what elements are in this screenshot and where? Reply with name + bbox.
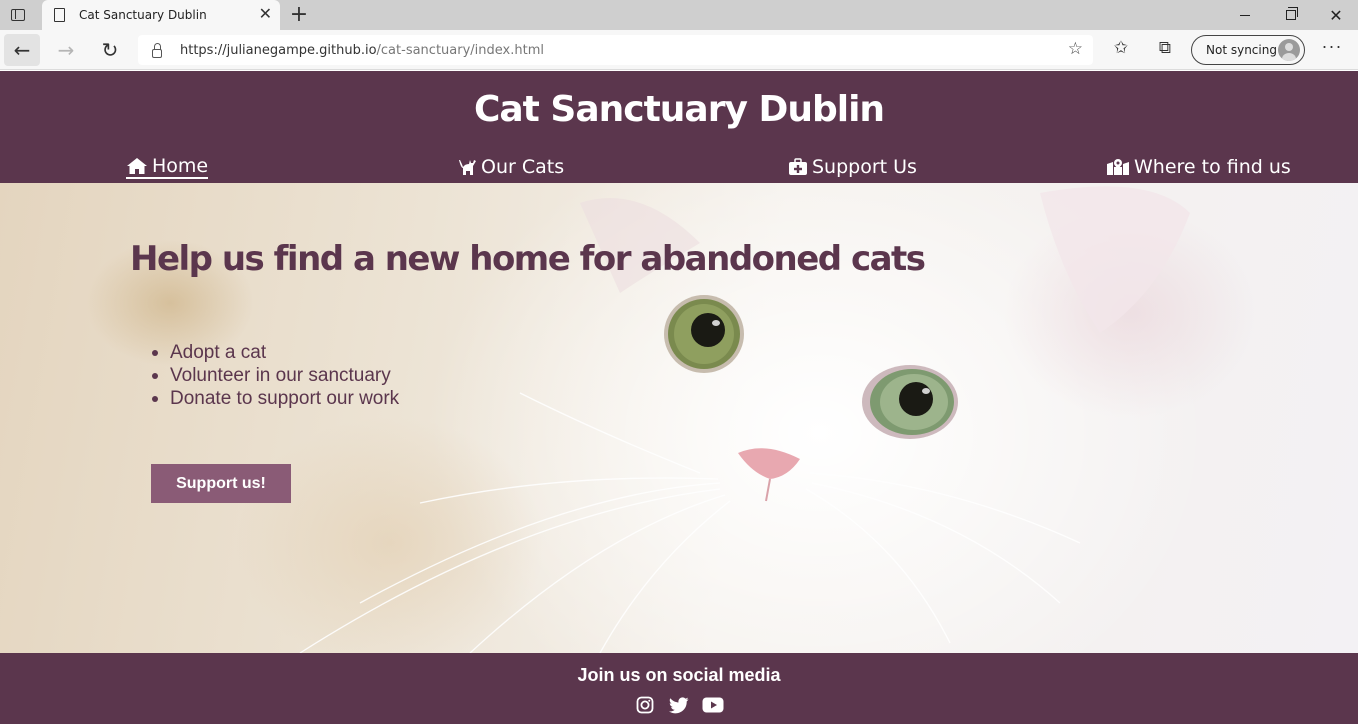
lock-icon — [152, 42, 162, 58]
site-footer: Join us on social media — [0, 653, 1358, 724]
minimize-button[interactable] — [1222, 0, 1268, 30]
site-title: Cat Sanctuary Dublin — [473, 89, 885, 130]
instagram-icon[interactable] — [634, 695, 656, 715]
tab-actions-button[interactable] — [0, 0, 36, 30]
settings-more-icon[interactable]: ··· — [1320, 36, 1344, 57]
cat-icon — [459, 160, 476, 175]
address-bar[interactable]: https://julianegampe.github.io/cat-sanct… — [138, 35, 1093, 65]
browser-tab-bar: Cat Sanctuary Dublin ✕ + ✕ — [0, 0, 1358, 30]
twitter-icon[interactable] — [668, 695, 690, 715]
restore-icon — [1286, 7, 1298, 20]
hero-list: Adopt a cat Volunteer in our sanctuary D… — [150, 341, 399, 410]
list-item: Donate to support our work — [150, 387, 399, 410]
collections-icon[interactable]: ⧉ — [1153, 38, 1177, 58]
footer-title: Join us on social media — [577, 665, 781, 685]
list-item: Adopt a cat — [150, 341, 399, 364]
youtube-icon[interactable] — [702, 695, 724, 715]
favorites-icon[interactable]: ✩ — [1109, 38, 1133, 58]
social-links — [0, 695, 1358, 715]
forward-button[interactable]: → — [48, 34, 84, 66]
support-us-button[interactable]: Support us! — [151, 464, 291, 503]
hero-heading: Help us find a new home for abandoned ca… — [130, 239, 926, 279]
back-button[interactable]: ← — [4, 34, 40, 66]
nav-where-to-find-us[interactable]: Where to find us — [1106, 155, 1291, 179]
profile-button[interactable]: Not syncing — [1191, 35, 1305, 65]
profile-label: Not syncing — [1206, 43, 1277, 57]
list-item: Volunteer in our sanctuary — [150, 364, 399, 387]
page-icon — [54, 8, 65, 22]
browser-toolbar: ← → ↻ https://julianegampe.github.io/cat… — [0, 30, 1358, 70]
nav-our-cats[interactable]: Our Cats — [457, 155, 564, 179]
nav-support-us[interactable]: Support Us — [788, 155, 917, 179]
url-host: https://julianegampe.github.io — [180, 42, 377, 58]
url-text[interactable]: https://julianegampe.github.io/cat-sanct… — [180, 43, 544, 58]
tab-title: Cat Sanctuary Dublin — [79, 8, 207, 22]
url-path: /cat-sanctuary/index.html — [376, 42, 544, 58]
nav-home[interactable]: Home — [126, 155, 209, 179]
home-icon — [127, 158, 147, 174]
browser-tab[interactable]: Cat Sanctuary Dublin ✕ — [42, 0, 280, 30]
nav-our-cats-label: Our Cats — [481, 156, 565, 178]
medkit-icon — [789, 158, 807, 175]
nav-home-label: Home — [152, 155, 209, 177]
reload-button[interactable]: ↻ — [92, 34, 128, 66]
site-header: Cat Sanctuary Dublin Home Our Cats Suppo… — [0, 71, 1358, 183]
avatar — [1278, 39, 1300, 61]
map-marked-icon — [1107, 159, 1129, 175]
add-favorite-icon[interactable]: ☆ — [1068, 39, 1083, 59]
nav-support-us-label: Support Us — [812, 156, 917, 178]
close-tab-icon[interactable]: ✕ — [259, 6, 272, 24]
hero-section: Help us find a new home for abandoned ca… — [0, 183, 1358, 653]
restore-button[interactable] — [1268, 0, 1314, 30]
nav-where-to-find-us-label: Where to find us — [1134, 156, 1291, 178]
tab-actions-icon — [11, 9, 25, 21]
close-window-button[interactable]: ✕ — [1313, 0, 1358, 30]
new-tab-button[interactable]: + — [288, 3, 310, 27]
